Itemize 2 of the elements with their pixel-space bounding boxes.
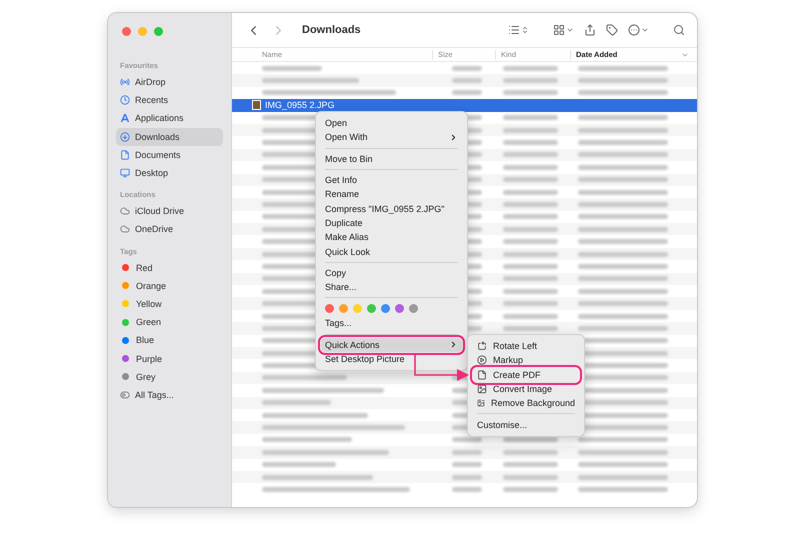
file-name: IMG_0955 2.JPG xyxy=(232,100,432,110)
window-title: Downloads xyxy=(302,24,362,36)
